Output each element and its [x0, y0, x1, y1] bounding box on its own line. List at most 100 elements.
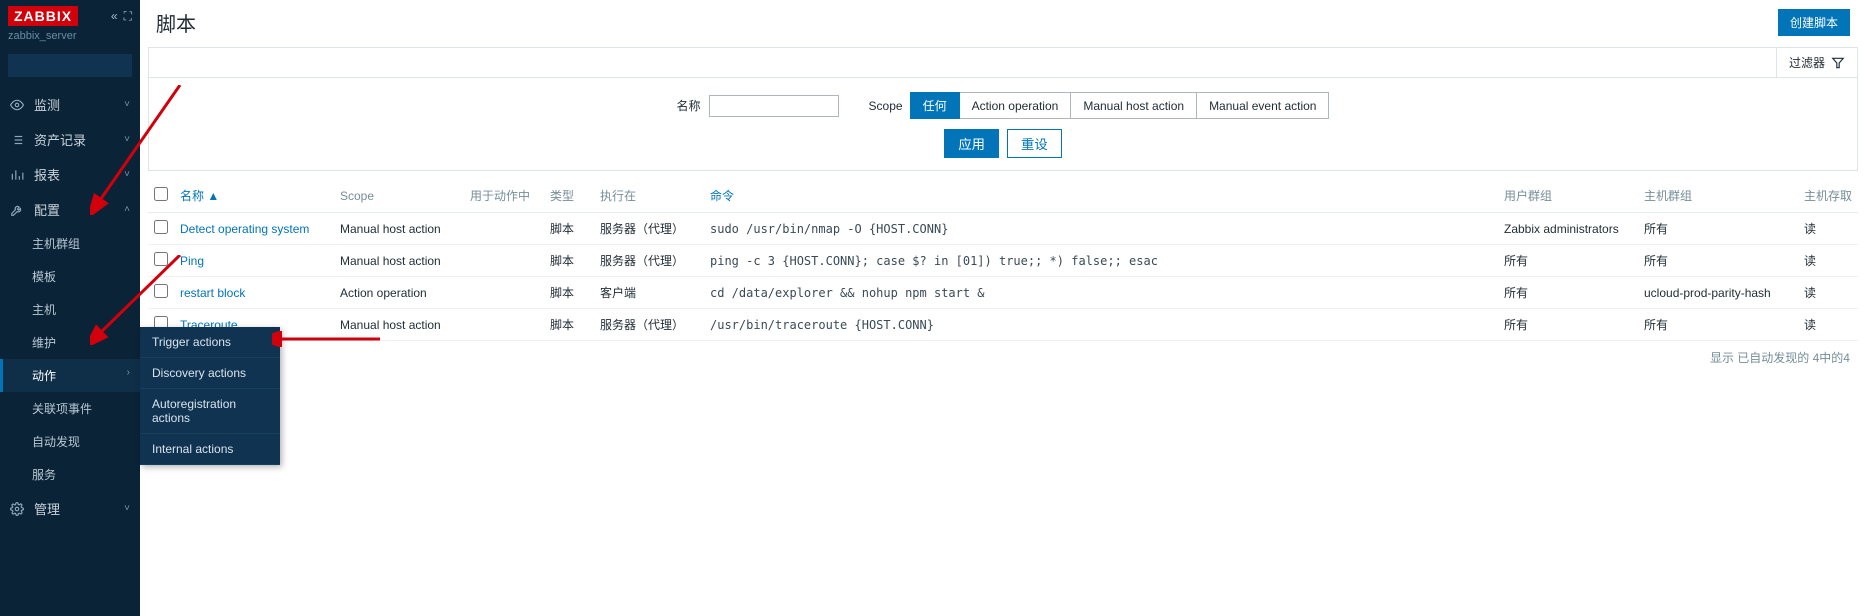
search-box[interactable] — [8, 54, 132, 77]
script-name-link[interactable]: Detect operating system — [180, 222, 309, 236]
reset-button[interactable]: 重设 — [1007, 129, 1062, 158]
config-subnav: 主机群组 模板 主机 维护 动作 › 关联项事件 自动发现 服务 — [0, 227, 140, 491]
flyout-internal-actions[interactable]: Internal actions — [140, 434, 280, 465]
filter-toggle[interactable]: 过滤器 — [1776, 48, 1857, 77]
page-header: 脚本 创建脚本 — [140, 0, 1866, 47]
cell-used — [464, 213, 544, 245]
nav-label: 配置 — [34, 200, 60, 219]
scripts-table: 名称 ▲ Scope 用于动作中 类型 执行在 命令 用户群组 主机群组 主机存… — [148, 179, 1858, 341]
nav-label: 资产记录 — [34, 130, 86, 149]
subnav-actions[interactable]: 动作 › — [0, 359, 140, 392]
nav-monitoring[interactable]: 监测 ˅ — [0, 87, 140, 122]
wrench-icon — [10, 203, 28, 217]
logo[interactable]: ZABBIX — [8, 6, 78, 26]
table-row: Detect operating system Manual host actio… — [148, 213, 1858, 245]
row-checkbox[interactable] — [154, 252, 168, 266]
nav-configuration[interactable]: 配置 ˄ — [0, 192, 140, 227]
cell-ugroup: 所有 — [1498, 245, 1638, 277]
nav-administration[interactable]: 管理 ˅ — [0, 491, 140, 526]
collapse-icon[interactable]: « — [111, 9, 118, 24]
col-access[interactable]: 主机存取 — [1798, 179, 1858, 213]
subnav-maintenance[interactable]: 维护 — [0, 326, 140, 359]
chevron-right-icon: › — [127, 367, 130, 378]
cell-access: 读 — [1798, 277, 1858, 309]
cell-exec: 服务器（代理） — [594, 245, 704, 277]
cell-access: 读 — [1798, 309, 1858, 341]
row-checkbox[interactable] — [154, 220, 168, 234]
chevron-down-icon: ˅ — [124, 169, 130, 180]
subnav-services[interactable]: 服务 — [0, 458, 140, 491]
filter-label: 过滤器 — [1789, 54, 1825, 71]
cell-exec: 客户端 — [594, 277, 704, 309]
cell-scope: Action operation — [334, 277, 464, 309]
flyout-discovery-actions[interactable]: Discovery actions — [140, 358, 280, 389]
flyout-autoreg-actions[interactable]: Autoregistration actions — [140, 389, 280, 434]
chevron-up-icon: ˄ — [124, 204, 130, 215]
cell-scope: Manual host action — [334, 213, 464, 245]
cell-scope: Manual host action — [334, 245, 464, 277]
gear-icon — [10, 502, 28, 516]
col-used[interactable]: 用于动作中 — [464, 179, 544, 213]
sidebar: ZABBIX « ⛶ zabbix_server 监测 ˅ 资产记录 ˅ 报表 … — [0, 0, 140, 616]
actions-flyout: Trigger actions Discovery actions Autore… — [140, 327, 280, 465]
chevron-down-icon: ˅ — [124, 99, 130, 110]
nav-label: 监测 — [34, 95, 60, 114]
server-name: zabbix_server — [0, 28, 140, 50]
cell-ugroup: Zabbix administrators — [1498, 213, 1638, 245]
select-all-checkbox[interactable] — [154, 187, 168, 201]
cell-used — [464, 277, 544, 309]
eye-icon — [10, 98, 28, 112]
main: 脚本 创建脚本 过滤器 名称 Scope 任何 Action operation — [140, 0, 1866, 616]
col-cmd[interactable]: 命令 — [704, 179, 1498, 213]
col-scope[interactable]: Scope — [334, 179, 464, 213]
nav-reports[interactable]: 报表 ˅ — [0, 157, 140, 192]
cell-exec: 服务器（代理） — [594, 213, 704, 245]
subnav-correlation[interactable]: 关联项事件 — [0, 392, 140, 425]
scope-segmented: 任何 Action operation Manual host action M… — [911, 92, 1330, 119]
cell-type: 脚本 — [544, 245, 594, 277]
col-type[interactable]: 类型 — [544, 179, 594, 213]
scope-manual-host[interactable]: Manual host action — [1070, 92, 1197, 119]
create-script-button[interactable]: 创建脚本 — [1778, 9, 1850, 36]
cell-ugroup: 所有 — [1498, 309, 1638, 341]
subnav-discovery[interactable]: 自动发现 — [0, 425, 140, 458]
apply-button[interactable]: 应用 — [944, 129, 999, 158]
scope-any[interactable]: 任何 — [910, 92, 960, 119]
expand-icon[interactable]: ⛶ — [124, 9, 132, 24]
row-checkbox[interactable] — [154, 284, 168, 298]
cell-cmd: /usr/bin/traceroute {HOST.CONN} — [704, 309, 1498, 341]
cell-hgroup: 所有 — [1638, 309, 1798, 341]
col-name[interactable]: 名称 ▲ — [174, 179, 334, 213]
cell-type: 脚本 — [544, 213, 594, 245]
filter-icon — [1831, 56, 1845, 70]
flyout-trigger-actions[interactable]: Trigger actions — [140, 327, 280, 358]
row-summary: 显示 已自动发现的 4中的4 — [140, 341, 1866, 374]
cell-cmd: sudo /usr/bin/nmap -O {HOST.CONN} — [704, 213, 1498, 245]
cell-used — [464, 309, 544, 341]
scope-action-op[interactable]: Action operation — [959, 92, 1072, 119]
subnav-label: 动作 — [32, 369, 56, 383]
cell-hgroup: ucloud-prod-parity-hash — [1638, 277, 1798, 309]
page-title: 脚本 — [156, 8, 196, 37]
col-hgroup[interactable]: 主机群组 — [1638, 179, 1798, 213]
subnav-hostgroups[interactable]: 主机群组 — [0, 227, 140, 260]
script-name-link[interactable]: Ping — [180, 254, 204, 268]
table-row: Ping Manual host action 脚本服务器（代理）ping -c 3… — [148, 245, 1858, 277]
filter-name-input[interactable] — [709, 95, 839, 117]
cell-exec: 服务器（代理） — [594, 309, 704, 341]
subnav-templates[interactable]: 模板 — [0, 260, 140, 293]
subnav-hosts[interactable]: 主机 — [0, 293, 140, 326]
cell-ugroup: 所有 — [1498, 277, 1638, 309]
cell-cmd: ping -c 3 {HOST.CONN}; case $? in [01]) … — [704, 245, 1498, 277]
scope-manual-event[interactable]: Manual event action — [1196, 92, 1329, 119]
cell-access: 读 — [1798, 245, 1858, 277]
chevron-down-icon: ˅ — [124, 134, 130, 145]
script-name-link[interactable]: restart block — [180, 286, 245, 300]
table-row: restart blockAction operation脚本客户端cd /da… — [148, 277, 1858, 309]
col-ugroup[interactable]: 用户群组 — [1498, 179, 1638, 213]
nav-inventory[interactable]: 资产记录 ˅ — [0, 122, 140, 157]
list-icon — [10, 133, 28, 147]
filter-scope-field: Scope 任何 Action operation Manual host ac… — [869, 92, 1330, 119]
cell-hgroup: 所有 — [1638, 213, 1798, 245]
col-exec[interactable]: 执行在 — [594, 179, 704, 213]
